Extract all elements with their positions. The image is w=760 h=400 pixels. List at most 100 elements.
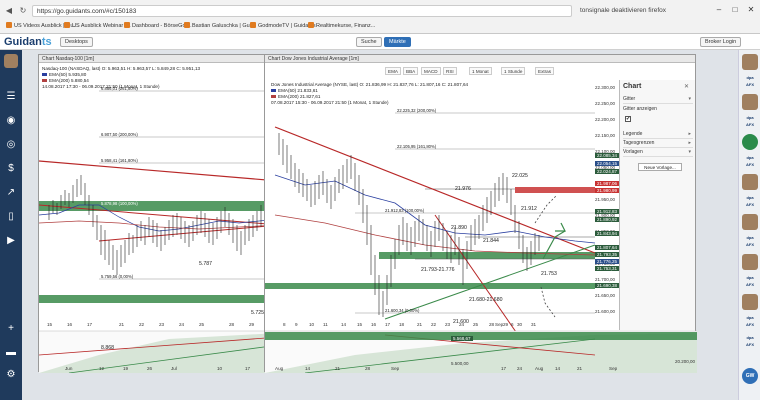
minimize-icon[interactable]: – (712, 4, 726, 16)
markets-button[interactable]: Märkte (384, 37, 411, 47)
price-annotation: 21.976 (455, 186, 471, 192)
chart-icon[interactable]: ↗ (4, 186, 18, 200)
panel-section-legend[interactable]: Legende ▸ (623, 130, 693, 139)
price-box: 21.980,99 (595, 188, 620, 193)
news-item[interactable]: dpa AFX (742, 274, 758, 290)
price-annotation: 21.844 (483, 238, 499, 244)
news-item[interactable]: dpa AFX (742, 114, 758, 130)
lower-price-box: 5.568,67 (451, 336, 473, 341)
fib-level-label: 22.225,32 (200,00%) (397, 108, 437, 113)
price-annotation: 21.680-21.680 (469, 297, 503, 303)
new-template-button[interactable]: Neue Vorlage... (638, 163, 682, 171)
user-avatar[interactable] (742, 174, 758, 190)
bookmark-item[interactable]: Realtimekurse, Finanz... (308, 20, 375, 32)
price-annotation: 21.793-21.776 (421, 267, 455, 273)
fib-level-label: 5.878,98 (100,00%) (101, 201, 138, 206)
close-icon[interactable]: ✕ (684, 83, 689, 90)
settings-icon[interactable]: ⚙ (4, 368, 18, 382)
price-box: 21.843,94 (595, 231, 620, 236)
price-annotation: 22.025 (512, 173, 528, 179)
user-avatar[interactable] (742, 94, 758, 110)
dollar-icon[interactable]: $ (4, 162, 18, 176)
favicon-icon (250, 22, 256, 28)
favicon-icon (184, 22, 190, 28)
user-badge[interactable]: GW (742, 368, 758, 384)
news-item[interactable]: dpa AFX (742, 154, 758, 170)
maximize-icon[interactable]: □ (728, 4, 742, 16)
panel-section-templates[interactable]: Vorlagen ▾ (623, 148, 693, 157)
user-avatar[interactable] (742, 54, 758, 70)
price-box: 22.054,15 (595, 161, 620, 166)
user-avatar[interactable] (742, 294, 758, 310)
search-button[interactable]: Suche (356, 37, 382, 47)
favicon-icon (308, 22, 314, 28)
price-box: 21.987,06 (595, 181, 620, 186)
x-axis: 15 16 17 21 22 23 24 25 28 29 30 (47, 322, 272, 327)
favicon-icon (124, 22, 130, 28)
broker-login-button[interactable]: Broker Login (700, 37, 742, 47)
app-header: Guidants Desktops Suche Märkte Broker Lo… (0, 34, 760, 50)
chevron-down-icon: ▾ (688, 96, 691, 102)
status-badge[interactable] (742, 134, 758, 150)
price-annotation: 21.890 (451, 225, 467, 231)
panel-section-grid[interactable]: Gitter ▾ (623, 95, 693, 104)
desktops-button[interactable]: Desktops (60, 37, 93, 47)
bookmark-item[interactable]: US Ausblick Webinar |... (64, 20, 131, 32)
price-annotation: 5.787 (199, 261, 212, 267)
bookmark-item[interactable]: GodmodeTV | Guidants (250, 20, 316, 32)
news-item[interactable]: dpa AFX (742, 334, 758, 350)
nasdaq-chart-window[interactable]: Chart Nasdaq-100 [1m] Nasdaq-100 (NASDAQ… (38, 54, 279, 373)
reload-icon[interactable]: ↻ (18, 6, 28, 16)
fib-level-label: 5.759,56 (0,00%) (101, 274, 134, 279)
price-annotation: 8.868 (101, 345, 114, 351)
logo-text: Guidan (4, 36, 42, 48)
panel-section-day-bounds[interactable]: Tagesgrenzen ▸ (623, 139, 693, 148)
news-item[interactable]: dpa AFX (742, 194, 758, 210)
lower-axis-value: 20.200,00 (675, 359, 696, 364)
grid-checkbox[interactable]: ✔ (625, 116, 631, 122)
news-item[interactable]: dpa AFX (742, 74, 758, 90)
close-icon[interactable]: ✕ (744, 4, 758, 16)
price-annotation: 21.912 (521, 206, 537, 212)
price-annotation: 5.725 (251, 310, 264, 316)
panel-title: Chart (623, 83, 642, 90)
y-axis-price-boxes: 22.085,34 22.054,15 22.024,87 21.987,06 … (595, 153, 621, 313)
fib-level-label: 21.912,83 (100,00%) (385, 208, 425, 213)
lower-x-axis: Jun 12 19 26 Jul 10 17 (65, 366, 251, 371)
news-item[interactable]: dpa AFX (742, 314, 758, 330)
price-box: 21.890,92 (595, 217, 620, 222)
add-icon[interactable]: + (4, 322, 18, 336)
browser-toolbar: ◀ ↻ https://go.guidants.com/#c/150183 to… (0, 0, 760, 34)
panel-grid-toggle-label: Gitter anzeigen (623, 106, 657, 112)
chart-settings-panel: Chart ✕ Gitter ▾ Gitter anzeigen ✔ Legend… (619, 80, 695, 330)
bookmark-item[interactable]: Dashboard - BörseGo ... (124, 20, 192, 32)
url-field[interactable]: https://go.guidants.com/#c/150183 (32, 5, 572, 17)
favicon-icon (64, 22, 70, 28)
news-item[interactable]: dpa AFX (742, 234, 758, 250)
user-avatar[interactable] (4, 54, 18, 68)
bookmarks-bar: US Videos Ausblick | Gu... US Ausblick W… (0, 20, 760, 32)
folder-icon[interactable]: ▬ (4, 346, 18, 360)
price-box: 22.024,87 (595, 169, 620, 174)
chevron-right-icon: ▸ (688, 140, 691, 146)
user-avatar[interactable] (742, 214, 758, 230)
fib-level-label: 5.958,41 (161,80%) (101, 158, 138, 163)
user-avatar[interactable] (742, 254, 758, 270)
favicon-icon (6, 22, 12, 28)
price-box: 21.912,83 (595, 209, 620, 214)
price-box: 21.690,38 (595, 283, 620, 288)
back-icon[interactable]: ◀ (4, 6, 14, 16)
globe-icon[interactable]: ◉ (4, 114, 18, 128)
play-icon[interactable]: ▶ (4, 234, 18, 248)
logo-accent: ts (41, 36, 52, 48)
chevron-down-icon: ▾ (688, 149, 691, 155)
price-box: 22.085,34 (595, 153, 620, 158)
price-annotation: 21.753 (541, 271, 557, 277)
price-box: 21.807,64 (595, 245, 620, 250)
guidants-logo[interactable]: Guidants (4, 36, 52, 48)
device-icon[interactable]: ▯ (4, 210, 18, 224)
menu-icon[interactable]: ☰ (4, 90, 18, 104)
bookmark-item[interactable]: Bastian Galuschka | Gu... (184, 20, 254, 32)
x-axis: 8 9 10 11 14 15 16 17 18 21 22 23 24 25 … (283, 322, 537, 327)
eye-icon[interactable]: ◎ (4, 138, 18, 152)
